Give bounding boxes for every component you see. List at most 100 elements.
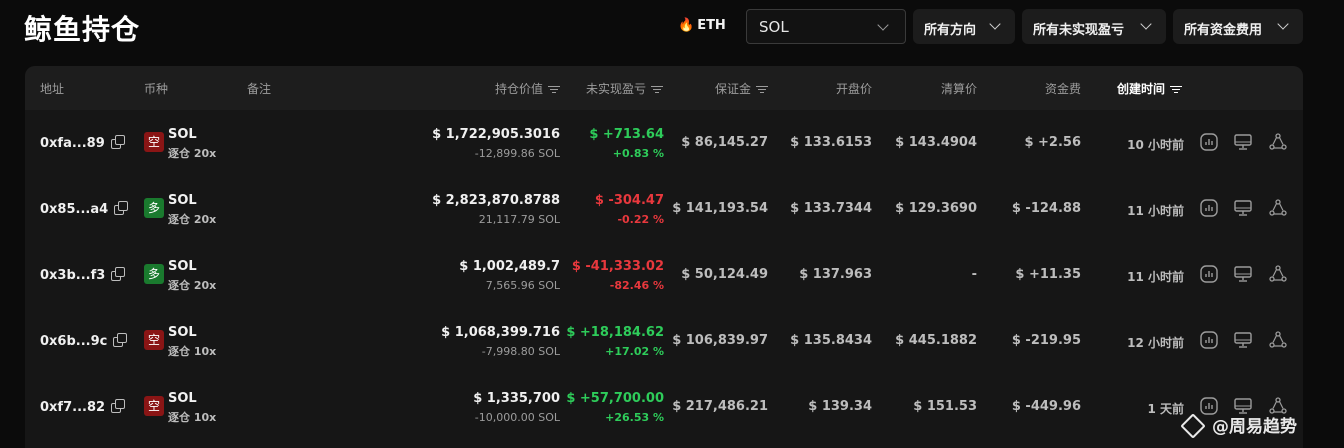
page-title: 鲸鱼持仓 — [24, 13, 141, 46]
watermark-logo-icon — [1180, 413, 1206, 439]
liquidation-price: - — [971, 267, 977, 282]
created-time: 12 小时前 — [1127, 336, 1184, 350]
coin-name: SOL — [168, 391, 197, 406]
margin-value: $ 106,839.97 — [672, 333, 768, 348]
share-icon[interactable] — [1268, 330, 1288, 350]
direction-badge: 空 — [144, 330, 164, 350]
chart-icon[interactable] — [1199, 132, 1219, 152]
direction-badge: 多 — [144, 264, 164, 284]
col-funding: 资金费 — [1044, 82, 1081, 96]
address-cell[interactable]: 0x85...a4 — [40, 201, 129, 217]
position-size: 21,117.79 SOL — [478, 213, 560, 226]
liquidation-price: $ 151.53 — [913, 399, 977, 414]
sort-icon — [756, 85, 768, 94]
position-value: $ 1,722,905.3016 — [432, 127, 560, 142]
col-coin: 币种 — [144, 82, 169, 96]
margin-mode: 逐仓 10x — [168, 411, 217, 424]
col-value[interactable]: 持仓价值 — [495, 80, 560, 97]
margin-mode: 逐仓 10x — [168, 345, 217, 358]
copy-icon[interactable] — [112, 333, 128, 347]
address-text: 0x85...a4 — [40, 202, 109, 217]
open-price: $ 139.34 — [808, 399, 872, 414]
funding-fee: $ +2.56 — [1024, 135, 1081, 150]
page-header: 鲸鱼持仓 🔥 ETH SOL 所有方向 所有未实现盈亏 所有资金费用 — [0, 0, 1344, 56]
created-time: 10 小时前 — [1127, 138, 1184, 152]
margin-value: $ 50,124.49 — [681, 267, 768, 282]
monitor-icon[interactable] — [1233, 132, 1253, 152]
col-margin[interactable]: 保证金 — [715, 80, 768, 97]
chevron-down-icon — [877, 19, 889, 31]
chart-icon[interactable] — [1199, 330, 1219, 350]
position-size: -7,998.80 SOL — [481, 345, 560, 358]
col-margin-label: 保证金 — [714, 82, 751, 96]
col-note: 备注 — [247, 82, 272, 96]
unrealized-pnl: $ +18,184.62 — [566, 325, 664, 340]
liquidation-price: $ 129.3690 — [895, 201, 977, 216]
address-text: 0xfa...89 — [40, 136, 105, 151]
copy-icon[interactable] — [113, 201, 129, 215]
address-text: 0x3b...f3 — [40, 268, 106, 283]
col-pnl-label: 未实现盈亏 — [585, 82, 646, 96]
position-value: $ 1,335,700 — [473, 391, 560, 406]
margin-value: $ 217,486.21 — [672, 399, 768, 414]
monitor-icon[interactable] — [1233, 264, 1253, 284]
position-size: -10,000.00 SOL — [474, 411, 560, 424]
share-icon[interactable] — [1268, 132, 1288, 152]
sort-icon — [651, 85, 663, 94]
chevron-down-icon — [1277, 18, 1289, 30]
eth-tab[interactable]: 🔥 ETH — [678, 18, 726, 33]
eth-tab-label: ETH — [697, 18, 726, 33]
unrealized-pnl-percent: +26.53 % — [605, 411, 664, 424]
copy-icon[interactable] — [110, 135, 125, 149]
table-row[interactable]: 0x6b...9c 空 SOL 逐仓 10x $ 1,068,399.716 -… — [25, 308, 1303, 374]
open-price: $ 133.6153 — [790, 135, 872, 150]
fire-icon: 🔥 — [678, 18, 695, 33]
position-value: $ 2,823,870.8788 — [432, 193, 560, 208]
address-cell[interactable]: 0xf7...82 — [40, 399, 126, 415]
pnl-filter[interactable]: 所有未实现盈亏 — [1022, 9, 1166, 44]
coin-name: SOL — [168, 259, 197, 274]
address-cell[interactable]: 0x3b...f3 — [40, 267, 126, 283]
table-row[interactable]: 0x3b...f3 多 SOL 逐仓 20x $ 1,002,489.7 7,5… — [25, 242, 1303, 308]
funding-fee: $ +11.35 — [1015, 267, 1081, 282]
sort-icon — [1170, 85, 1183, 94]
monitor-icon[interactable] — [1233, 198, 1253, 218]
table-row[interactable]: 0xfa...89 空 SOL 逐仓 20x $ 1,722,905.3016 … — [25, 110, 1303, 176]
position-size: -12,899.86 SOL — [474, 147, 560, 160]
created-time: 1 天前 — [1147, 402, 1184, 416]
chart-icon[interactable] — [1199, 198, 1219, 218]
direction-badge: 多 — [144, 198, 164, 218]
margin-mode: 逐仓 20x — [168, 213, 217, 226]
table-row[interactable]: 0x85...a4 多 SOL 逐仓 20x $ 2,823,870.8788 … — [25, 176, 1303, 242]
funding-filter[interactable]: 所有资金费用 — [1173, 9, 1303, 44]
open-price: $ 137.963 — [799, 267, 872, 282]
address-cell[interactable]: 0x6b...9c — [40, 333, 128, 349]
address-cell[interactable]: 0xfa...89 — [40, 135, 125, 151]
symbol-select[interactable]: SOL — [746, 9, 906, 44]
direction-filter[interactable]: 所有方向 — [913, 9, 1015, 44]
margin-value: $ 86,145.27 — [681, 135, 768, 150]
share-icon[interactable] — [1268, 198, 1288, 218]
liquidation-price: $ 143.4904 — [895, 135, 977, 150]
table-row[interactable]: 0xf7...82 空 SOL 逐仓 10x $ 1,335,700 -10,0… — [25, 374, 1303, 440]
table-header: 地址 币种 备注 持仓价值 未实现盈亏 保证金 开盘价 清算价 资金费 创建时间 — [25, 66, 1303, 110]
monitor-icon[interactable] — [1233, 330, 1253, 350]
pnl-filter-label: 所有未实现盈亏 — [1033, 23, 1125, 38]
open-price: $ 135.8434 — [790, 333, 872, 348]
symbol-select-value: SOL — [759, 18, 789, 36]
col-pnl[interactable]: 未实现盈亏 — [586, 80, 663, 97]
unrealized-pnl-percent: +17.02 % — [605, 345, 664, 358]
position-size: 7,565.96 SOL — [485, 279, 560, 292]
copy-icon[interactable] — [110, 267, 126, 281]
chevron-down-icon — [1140, 18, 1152, 30]
funding-fee: $ -449.96 — [1011, 399, 1081, 414]
share-icon[interactable] — [1268, 264, 1288, 284]
open-price: $ 133.7344 — [790, 201, 872, 216]
copy-icon[interactable] — [110, 399, 126, 413]
chart-icon[interactable] — [1199, 264, 1219, 284]
position-value: $ 1,002,489.7 — [459, 259, 560, 274]
chevron-down-icon — [989, 18, 1001, 30]
position-value: $ 1,068,399.716 — [441, 325, 560, 340]
col-created[interactable]: 创建时间 — [1117, 80, 1183, 97]
address-text: 0x6b...9c — [40, 334, 108, 349]
